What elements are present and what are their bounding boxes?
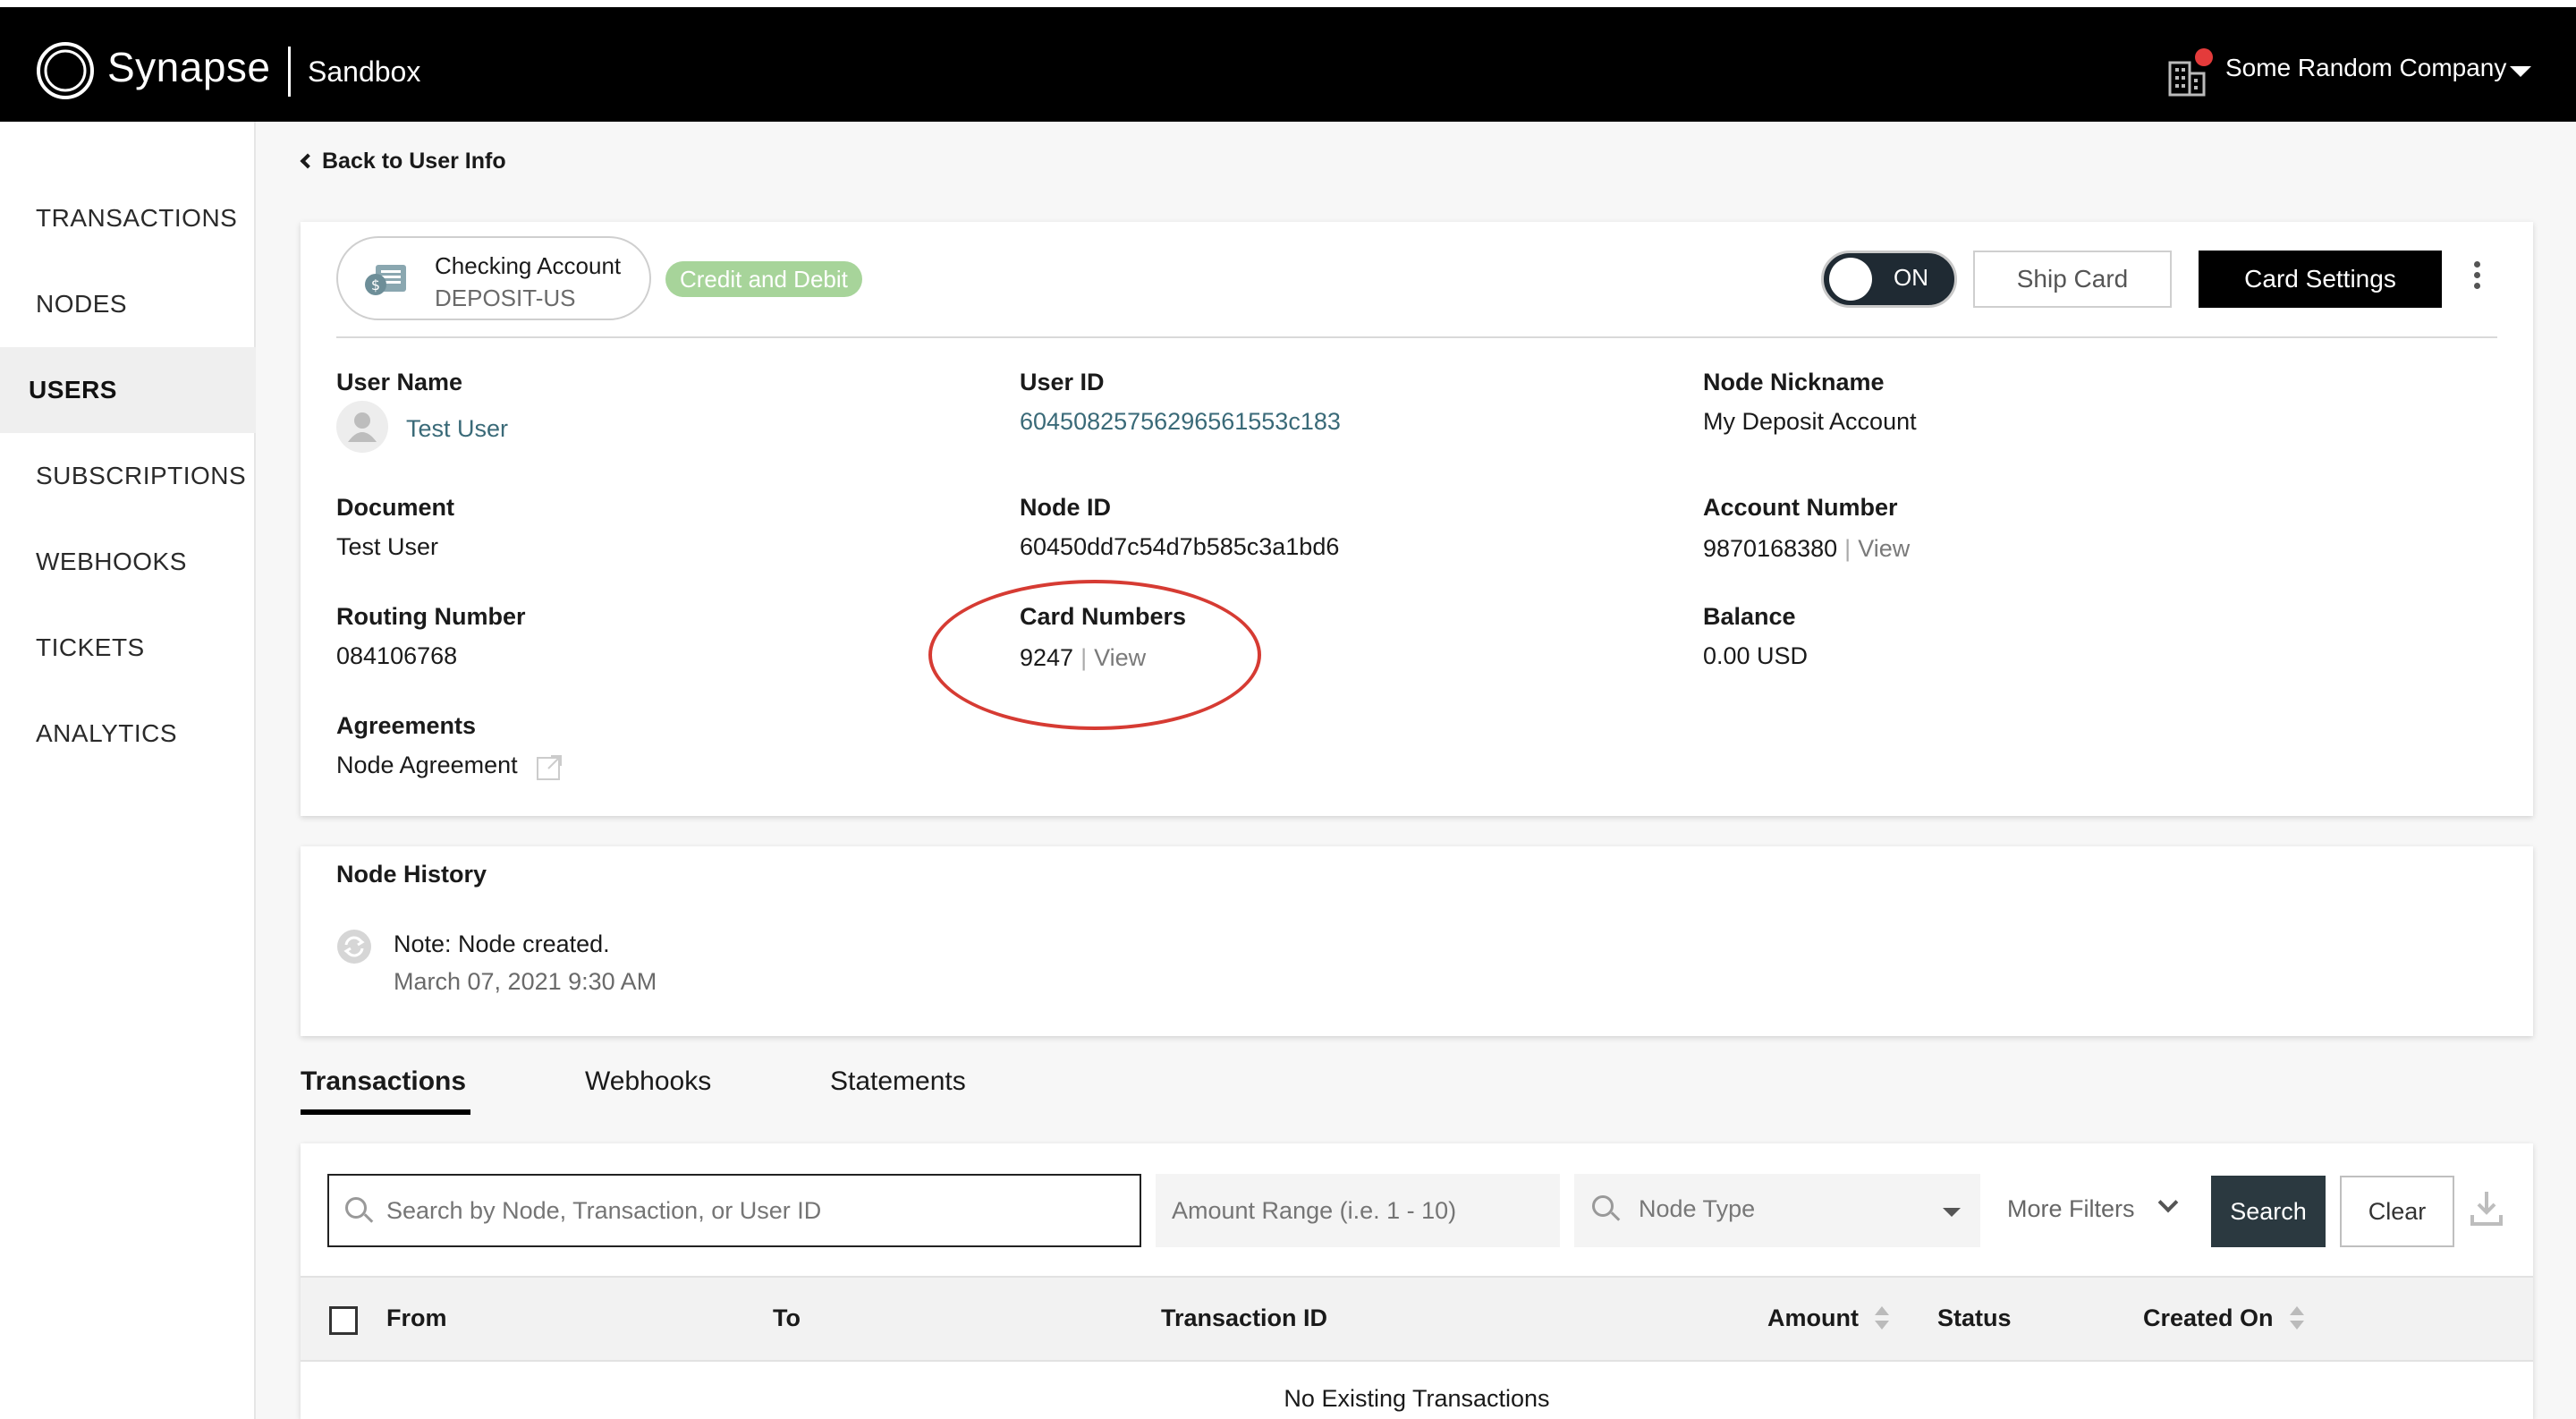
amount-range-field[interactable] <box>1156 1174 1560 1247</box>
more-filters-toggle[interactable]: More Filters <box>2007 1195 2135 1223</box>
sidebar-item-tickets[interactable]: TICKETS <box>0 605 256 691</box>
synapse-logo-icon <box>37 42 94 99</box>
balance-value: 0.00 USD <box>1703 642 1809 669</box>
sort-icon[interactable] <box>1875 1306 1889 1333</box>
account-number-label: Account Number <box>1703 494 1898 521</box>
search-icon <box>1592 1195 1621 1222</box>
account-name: Checking Account <box>435 252 622 279</box>
node-agreement-value[interactable]: Node Agreement <box>336 752 518 779</box>
toggle-knob <box>1829 258 1872 301</box>
column-transaction-id: Transaction ID <box>1161 1304 1328 1331</box>
separator: | <box>1844 535 1852 562</box>
table-header: From To Transaction ID Amount Status Cre… <box>301 1276 2533 1362</box>
brand-divider <box>288 47 291 97</box>
tab-statements[interactable]: Statements <box>830 1066 966 1097</box>
cash-icon: $ <box>365 265 406 295</box>
sidebar-item-nodes[interactable]: NODES <box>0 261 256 347</box>
sidebar-item-subscriptions[interactable]: SUBSCRIPTIONS <box>0 433 256 519</box>
top-bar: Synapse Sandbox Some Random Company <box>0 0 2576 122</box>
node-nickname-label: Node Nickname <box>1703 369 1885 395</box>
sidebar-item-users[interactable]: USERS <box>0 347 256 433</box>
user-avatar-icon <box>348 412 377 442</box>
node-id-value: 60450dd7c54d7b585c3a1bd6 <box>1020 533 1340 560</box>
tab-transactions[interactable]: Transactions <box>301 1066 466 1097</box>
account-type: DEPOSIT-US <box>435 285 576 311</box>
node-details-card: $ Checking Account DEPOSIT-US Credit and… <box>301 222 2533 816</box>
company-name[interactable]: Some Random Company <box>2225 54 2506 82</box>
user-name-link[interactable]: Test User <box>406 415 508 443</box>
node-id-label: Node ID <box>1020 494 1112 521</box>
column-amount[interactable]: Amount <box>1767 1304 1859 1332</box>
search-input[interactable] <box>386 1188 1120 1233</box>
tab-webhooks[interactable]: Webhooks <box>585 1066 711 1097</box>
account-number-view-link[interactable]: View <box>1858 535 1910 562</box>
history-date: March 07, 2021 9:30 AM <box>394 968 657 995</box>
node-type-select[interactable]: Node Type <box>1574 1174 1980 1247</box>
node-type-label: Node Type <box>1639 1195 1756 1222</box>
back-to-user-info-link[interactable]: Back to User Info <box>300 149 506 174</box>
column-to: To <box>773 1304 801 1331</box>
toggle-label: ON <box>1894 264 1928 291</box>
sidebar-item-analytics[interactable]: ANALYTICS <box>0 691 256 777</box>
card-status-toggle[interactable]: ON <box>1821 251 1957 308</box>
select-all-checkbox[interactable] <box>329 1306 358 1335</box>
notification-dot <box>2195 48 2213 66</box>
svg-text:$: $ <box>371 276 380 293</box>
permission-badge: Credit and Debit <box>665 261 862 297</box>
account-pill: $ Checking Account DEPOSIT-US <box>336 236 651 320</box>
routing-number-label: Routing Number <box>336 603 526 630</box>
agreements-label: Agreements <box>336 712 477 739</box>
environment-label: Sandbox <box>308 55 421 88</box>
amount-range-input[interactable] <box>1172 1188 1547 1233</box>
refresh-icon <box>337 930 371 964</box>
user-name-label: User Name <box>336 369 463 395</box>
sidebar: TRANSACTIONS NODES USERS SUBSCRIPTIONS W… <box>0 122 256 1419</box>
chevron-down-icon[interactable] <box>2157 1192 2179 1213</box>
history-note: Note: Node created. <box>394 930 610 957</box>
ship-card-button[interactable]: Ship Card <box>1973 251 2172 308</box>
column-from: From <box>386 1304 447 1331</box>
highlight-ellipse <box>928 580 1261 730</box>
user-id-label: User ID <box>1020 369 1105 395</box>
caret-down-icon <box>1943 1208 1961 1217</box>
search-field[interactable] <box>327 1174 1141 1247</box>
account-number-value: 9870168380 <box>1703 535 1838 562</box>
node-nickname-value: My Deposit Account <box>1703 408 1917 435</box>
more-options-icon[interactable] <box>2472 261 2481 297</box>
transactions-panel: Node Type More Filters Search Clear From… <box>301 1143 2533 1419</box>
node-history-card: Node History Note: Node created. March 0… <box>301 846 2533 1036</box>
sort-icon[interactable] <box>2290 1306 2304 1333</box>
column-created-on[interactable]: Created On <box>2143 1304 2274 1332</box>
back-link-label: Back to User Info <box>322 149 506 174</box>
routing-number-value: 084106768 <box>336 642 458 669</box>
external-link-icon[interactable] <box>535 753 564 782</box>
chevron-left-icon <box>300 153 316 169</box>
search-button[interactable]: Search <box>2211 1176 2326 1247</box>
document-value: Test User <box>336 533 439 560</box>
active-tab-indicator <box>301 1109 470 1115</box>
card-settings-button[interactable]: Card Settings <box>2199 251 2442 308</box>
balance-label: Balance <box>1703 603 1796 630</box>
account-number-row: 9870168380 | View <box>1703 535 1910 563</box>
brand-name: Synapse <box>107 44 271 90</box>
empty-table-message: No Existing Transactions <box>1284 1385 1550 1412</box>
header-divider <box>336 336 2497 338</box>
search-icon <box>345 1197 374 1224</box>
column-status: Status <box>1937 1304 2012 1331</box>
document-label: Document <box>336 494 455 521</box>
sidebar-item-webhooks[interactable]: WEBHOOKS <box>0 519 256 605</box>
avatar <box>336 401 388 453</box>
sidebar-item-transactions[interactable]: TRANSACTIONS <box>0 175 256 261</box>
node-history-title: Node History <box>336 861 487 888</box>
clear-button[interactable]: Clear <box>2340 1176 2454 1247</box>
caret-down-icon[interactable] <box>2510 66 2531 77</box>
user-id-link[interactable]: 60450825756296561553c183 <box>1020 408 1341 436</box>
download-icon[interactable] <box>2469 1188 2504 1228</box>
